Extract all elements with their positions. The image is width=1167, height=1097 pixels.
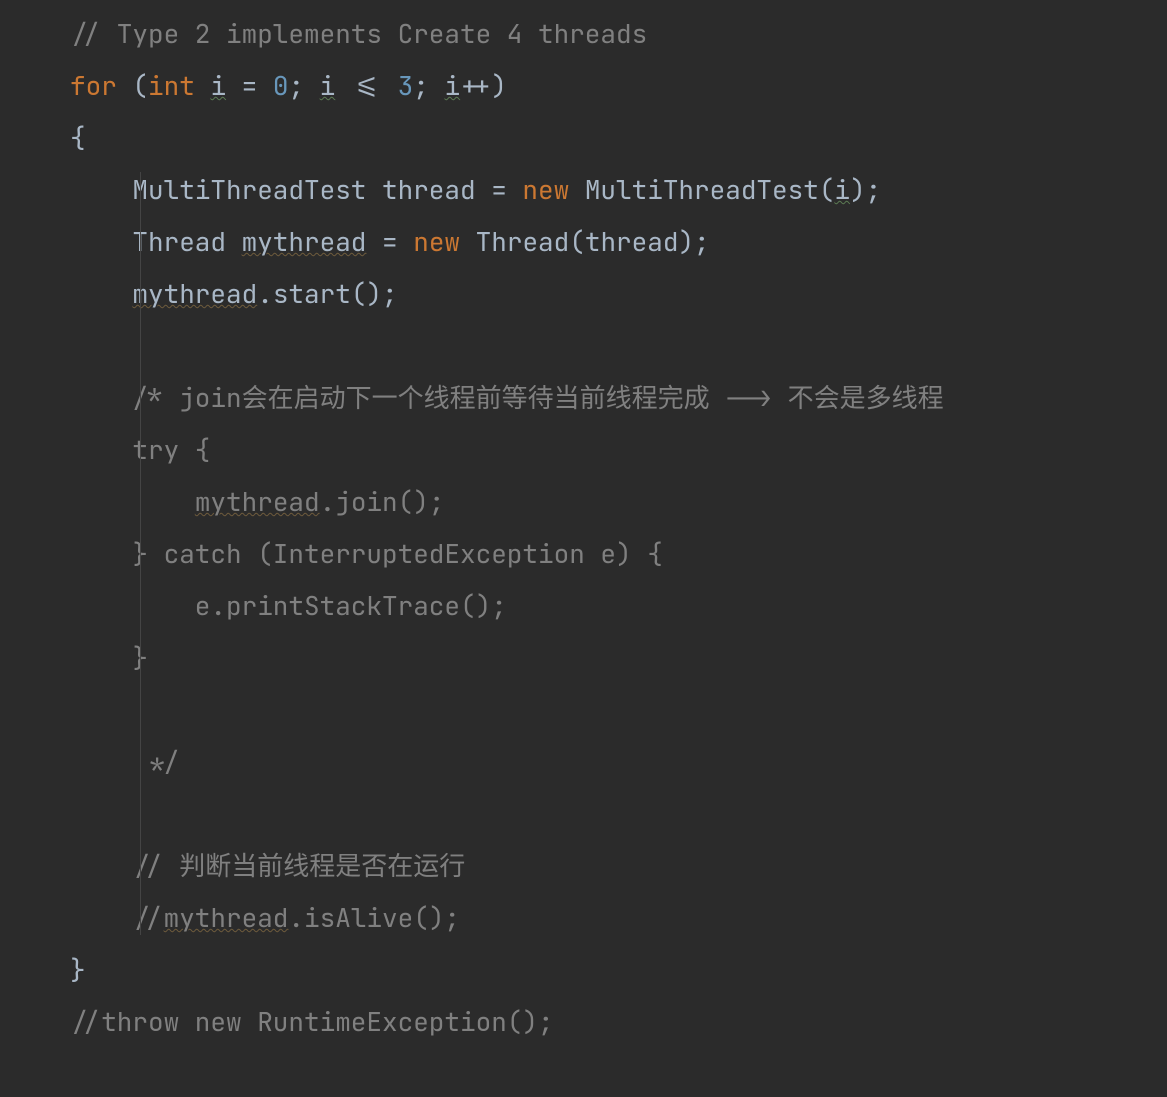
keyword-for: for: [70, 68, 117, 103]
comment-block-close: */: [70, 744, 179, 779]
var-i: i: [210, 68, 226, 103]
brace-close: }: [70, 952, 86, 987]
op-inc: ++): [460, 68, 507, 103]
var-mythread: mythread: [195, 484, 320, 519]
code-text: MultiThreadTest thread =: [70, 172, 522, 207]
var-mythread: mythread: [242, 224, 367, 259]
semicolon: ;: [413, 68, 444, 103]
var-mythread: mythread: [132, 276, 257, 311]
var-mythread: mythread: [164, 900, 289, 935]
comment-block: } catch (InterruptedException e) {: [70, 536, 663, 571]
code-text: Thread: [70, 224, 242, 259]
code-text: Thread(thread);: [460, 224, 710, 259]
op-assign: =: [226, 68, 273, 103]
comment-block: /* join会在启动下一个线程前等待当前线程完成 --> 不会是多线程: [70, 380, 944, 415]
comment-block: .join();: [320, 484, 445, 519]
op-lte: <=: [335, 68, 397, 103]
comment-line: // Type 2 implements Create 4 threads: [70, 16, 647, 51]
space: [195, 68, 211, 103]
var-i: i: [834, 172, 850, 207]
number-three: 3: [398, 68, 414, 103]
var-i: i: [320, 68, 336, 103]
comment-line: .isAlive();: [288, 900, 460, 935]
brace-open: {: [70, 120, 86, 155]
keyword-new: new: [413, 224, 460, 259]
code-text: );: [850, 172, 881, 207]
comment-block: }: [70, 640, 148, 675]
indent: [70, 276, 132, 311]
indent-guide: [140, 172, 141, 935]
keyword-new: new: [522, 172, 569, 207]
comment-line: //throw new RuntimeException();: [70, 1004, 554, 1039]
code-text: MultiThreadTest(: [569, 172, 834, 207]
comment-line: //: [70, 900, 164, 935]
keyword-int: int: [148, 68, 195, 103]
code-text: =: [366, 224, 413, 259]
comment-block: e.printStackTrace();: [70, 588, 507, 623]
semicolon: ;: [288, 68, 319, 103]
var-i: i: [445, 68, 461, 103]
paren-open: (: [117, 68, 148, 103]
comment-line: // 判断当前线程是否在运行: [70, 848, 465, 883]
number-zero: 0: [273, 68, 289, 103]
comment-block: [70, 484, 195, 519]
code-text: .start();: [257, 276, 397, 311]
code-editor[interactable]: // Type 2 implements Create 4 threads fo…: [0, 8, 1167, 1048]
